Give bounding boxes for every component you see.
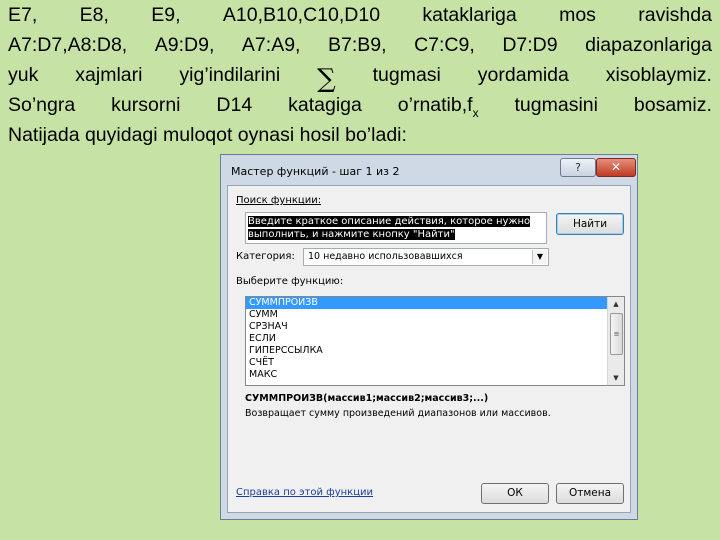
search-label: Поиск функции: <box>236 195 322 206</box>
select-function-label: Выберите функцию: <box>236 276 344 287</box>
dropdown-arrow-icon[interactable]: ▼ <box>532 250 547 264</box>
function-syntax: СУММПРОИЗВ(массив1;массив2;массив3;...) <box>245 393 489 404</box>
word: E8, <box>79 4 109 26</box>
word: B7:B9, <box>328 34 387 56</box>
function-list-item[interactable]: ЕСЛИ <box>246 333 608 345</box>
word: yuk <box>8 64 39 86</box>
fx-subscript: x <box>472 106 479 120</box>
scroll-down-arrow-icon[interactable]: ▼ <box>608 371 624 385</box>
find-button[interactable]: Найти <box>556 213 624 235</box>
word: ravishda <box>638 4 712 26</box>
paragraph-line-4: So’ngra kursorni D14 katagiga o’rnatib,f… <box>8 90 712 120</box>
word: E7, <box>8 4 38 26</box>
paragraph-line-2: A7:D7,A8:D8, A9:D9, A7:A9, B7:B9, C7:C9,… <box>8 30 712 60</box>
word: diapazonlariga <box>585 34 712 56</box>
paragraph-line-3: yuk xajmlari yig’indilarini ∑ tugmasi yo… <box>8 60 712 94</box>
function-list-item[interactable]: СУММ <box>246 309 608 321</box>
category-label: Категория: <box>236 251 295 262</box>
list-scrollbar[interactable]: ▲ ≡ ▼ <box>607 297 624 385</box>
word: D14 <box>216 94 253 116</box>
word: xisoblaymiz. <box>605 64 712 86</box>
dialog-title: Мастер функций - шаг 1 из 2 <box>231 165 400 178</box>
word: katagiga <box>288 94 362 116</box>
word: A7:D7,A8:D8, <box>8 34 128 56</box>
paragraph-line-5: Natijada quyidagi muloqot oynasi hosil b… <box>8 120 712 150</box>
function-list-item[interactable]: СУММПРОИЗВ <box>246 297 608 309</box>
paragraph-line-1: E7, E8, E9, A10,B10,C10,D10 kataklariga … <box>8 0 712 30</box>
function-list-item[interactable]: ГИПЕРССЫЛКА <box>246 345 608 357</box>
cancel-button[interactable]: Отмена <box>556 483 624 504</box>
dialog-client-area: Поиск функции: Введите краткое описание … <box>227 185 631 513</box>
function-list[interactable]: СУММПРОИЗВ СУММ СРЗНАЧ ЕСЛИ ГИПЕРССЫЛКА … <box>245 296 625 386</box>
word: A9:D9, <box>154 34 215 56</box>
search-text-line-2: выполнить, и нажмите кнопку "Найти" <box>248 229 455 240</box>
search-input-text: Введите краткое описание действия, котор… <box>248 215 548 241</box>
dialog-titlebar[interactable]: Мастер функций - шаг 1 из 2 ? ✕ <box>221 155 637 187</box>
word: A7:A9, <box>241 34 301 56</box>
function-list-item[interactable]: СРЗНАЧ <box>246 321 608 333</box>
word: tugmasini <box>514 94 598 116</box>
ok-button[interactable]: ОК <box>481 483 549 504</box>
word: kataklariga <box>422 4 517 26</box>
word: yordamida <box>477 64 569 86</box>
search-text-line-1: Введите краткое описание действия, котор… <box>248 216 531 227</box>
function-wizard-dialog: Мастер функций - шаг 1 из 2 ? ✕ Поиск фу… <box>220 154 638 520</box>
paragraph-last-line: Natijada quyidagi muloqot oynasi hosil b… <box>8 124 407 146</box>
word: tugmasi <box>372 64 441 86</box>
close-button[interactable]: ✕ <box>596 158 636 177</box>
word: A10,B10,C10,D10 <box>222 4 381 26</box>
category-value: 10 недавно использовавшихся <box>308 251 463 262</box>
word: bosamiz. <box>633 94 712 116</box>
word: D7:D9 <box>502 34 558 56</box>
search-input[interactable]: Введите краткое описание действия, котор… <box>245 212 547 244</box>
word: E9, <box>151 4 181 26</box>
word: C7:C9, <box>414 34 475 56</box>
word: kursorni <box>111 94 181 116</box>
word: o’rnatib,f <box>397 94 473 116</box>
sigma-icon: ∑ <box>317 64 336 94</box>
word: mos <box>559 4 596 26</box>
function-description: Возвращает сумму произведений диапазонов… <box>245 408 551 419</box>
scroll-thumb[interactable]: ≡ <box>610 313 623 355</box>
word: xajmlari <box>75 64 143 86</box>
word: yig’indilarini <box>179 64 281 86</box>
category-select[interactable]: 10 недавно использовавшихся ▼ <box>303 248 549 266</box>
function-list-item[interactable]: СЧЁТ <box>246 357 608 369</box>
function-list-item[interactable]: МАКС <box>246 369 608 381</box>
instruction-paragraph: E7, E8, E9, A10,B10,C10,D10 kataklariga … <box>8 0 712 150</box>
word: So’ngra <box>8 94 76 116</box>
function-help-link[interactable]: Справка по этой функции <box>236 487 373 498</box>
help-button[interactable]: ? <box>560 158 596 177</box>
scroll-up-arrow-icon[interactable]: ▲ <box>608 297 624 311</box>
fx-text: o’rnatib,fx <box>398 90 479 120</box>
